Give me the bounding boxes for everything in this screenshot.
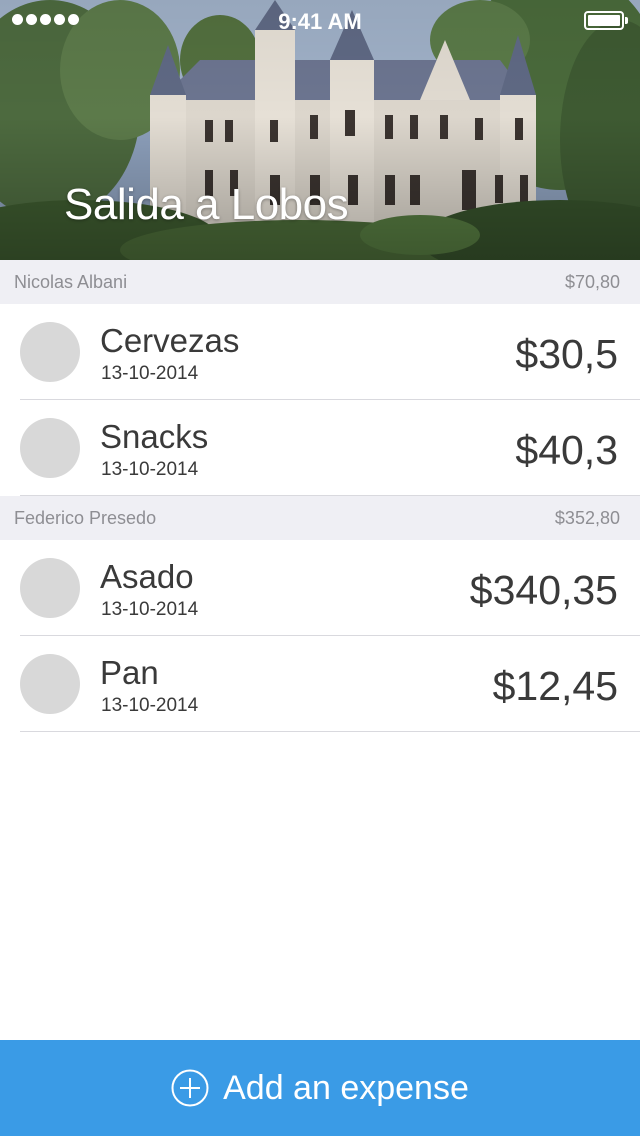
status-time: 9:41 AM — [278, 9, 362, 34]
plus-circle-icon — [171, 1069, 209, 1107]
expense-amount: $30,5 — [515, 331, 618, 377]
avatar — [20, 418, 80, 478]
expense-amount: $40,3 — [515, 427, 618, 473]
add-expense-button[interactable]: Add an expense — [0, 1040, 640, 1136]
expense-row[interactable]: Asado 13-10-2014 $340,35 — [0, 540, 640, 636]
expense-date: 13-10-2014 — [101, 363, 199, 384]
expense-date: 13-10-2014 — [101, 459, 199, 480]
expense-date: 13-10-2014 — [101, 695, 199, 716]
avatar — [20, 558, 80, 618]
expense-name: Asado — [100, 558, 194, 595]
section-total: $352,80 — [554, 507, 620, 528]
trip-title: Salida a Lobos — [64, 180, 349, 229]
expense-row[interactable]: Snacks 13-10-2014 $40,3 — [0, 400, 640, 496]
expense-name: Snacks — [100, 418, 209, 455]
expense-row[interactable]: Cervezas 13-10-2014 $30,5 — [0, 304, 640, 400]
status-bar: 9:41 AM — [0, 0, 640, 40]
expense-amount: $12,45 — [492, 663, 618, 709]
add-expense-label: Add an expense — [223, 1068, 469, 1107]
section-total: $70,80 — [564, 271, 620, 292]
expense-amount: $340,35 — [469, 567, 618, 613]
battery-full-icon — [584, 11, 628, 30]
section-person-name: Nicolas Albani — [14, 271, 128, 292]
expense-name: Cervezas — [100, 322, 240, 359]
section-header: Federico Presedo $352,80 — [0, 496, 640, 540]
expense-row[interactable]: Pan 13-10-2014 $12,45 — [0, 636, 640, 732]
section-person-name: Federico Presedo — [14, 507, 157, 528]
expense-date: 13-10-2014 — [101, 599, 199, 620]
expense-name: Pan — [100, 654, 159, 691]
section-header: Nicolas Albani $70,80 — [0, 260, 640, 304]
avatar — [20, 322, 80, 382]
avatar — [20, 654, 80, 714]
expense-list: Nicolas Albani $70,80 Cervezas 13-10-201… — [0, 260, 640, 732]
